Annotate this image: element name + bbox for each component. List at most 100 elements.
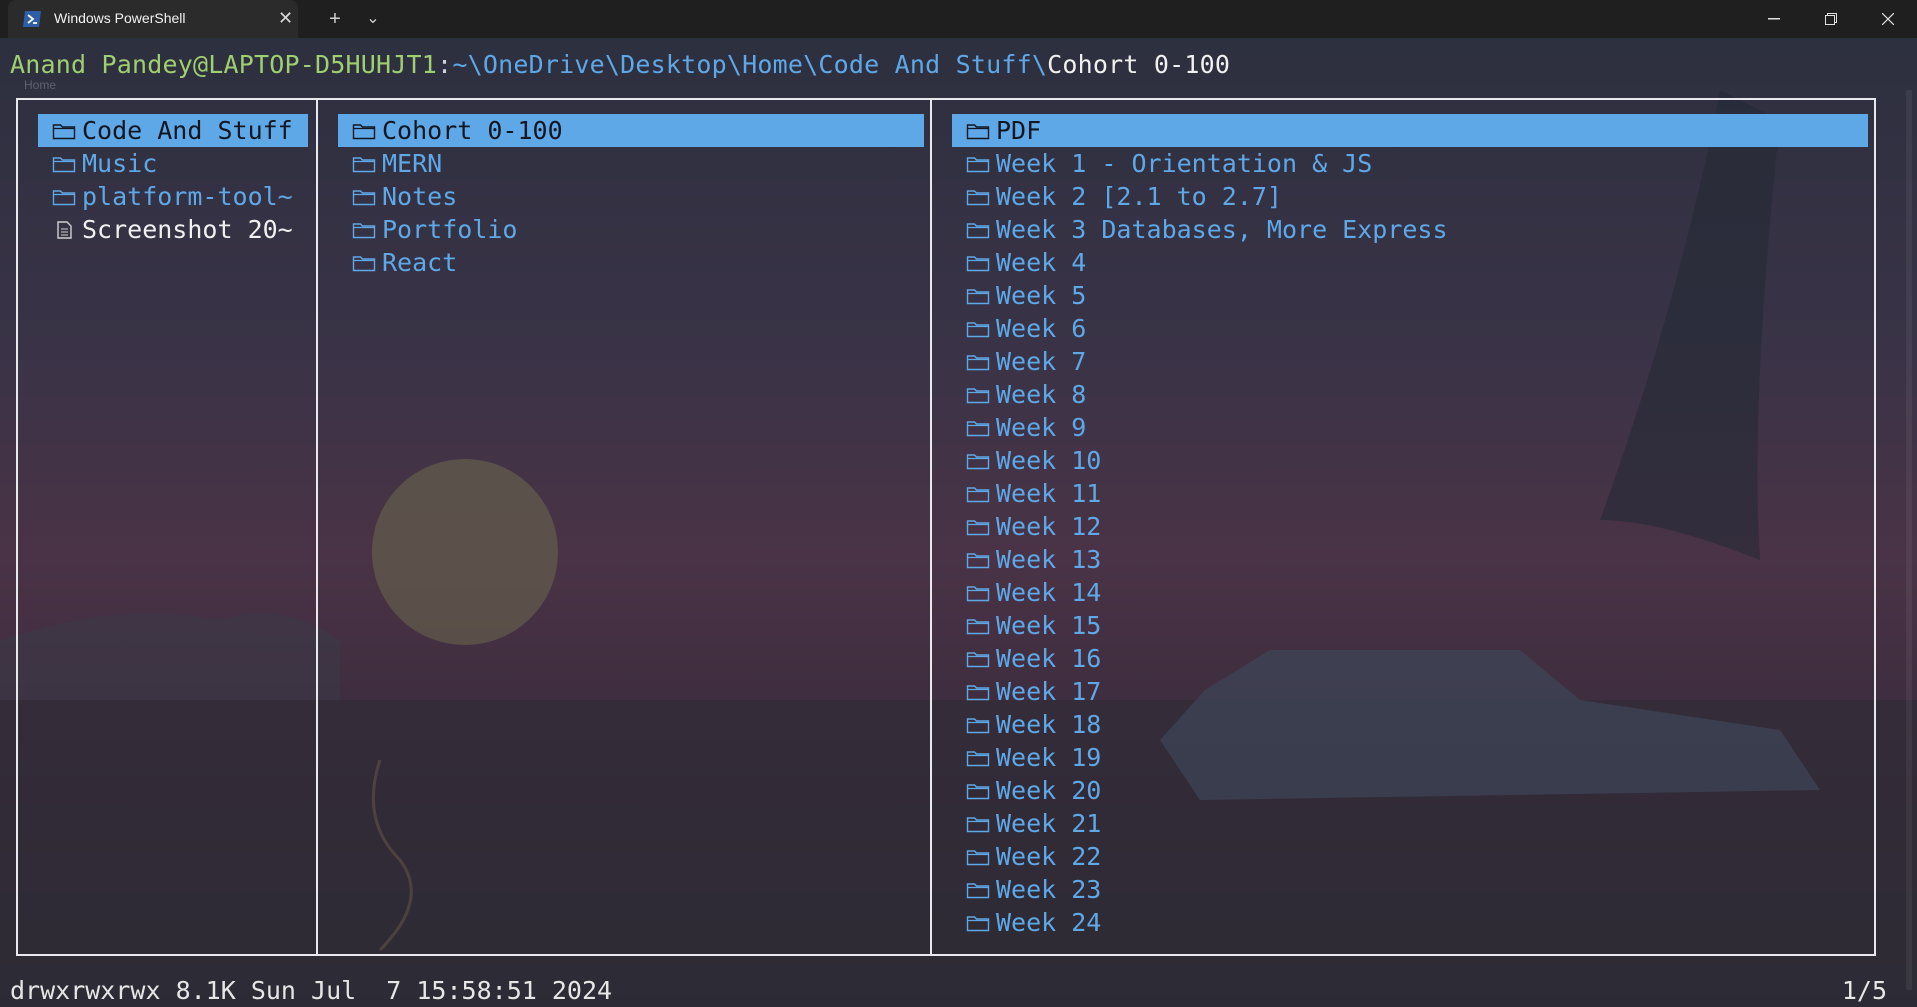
restore-button[interactable] xyxy=(1803,0,1859,38)
entry-name: Week 13 xyxy=(996,545,1102,574)
folder-row[interactable]: Music xyxy=(38,147,308,180)
folder-row[interactable]: Week 15 xyxy=(952,609,1868,642)
prompt-path: ~\OneDrive\Desktop\Home\Code And Stuff\ xyxy=(452,50,1048,79)
folder-row[interactable]: Portfolio xyxy=(338,213,924,246)
folder-row[interactable]: Week 22 xyxy=(952,840,1868,873)
folder-icon xyxy=(966,808,990,833)
folder-row[interactable]: Week 13 xyxy=(952,543,1868,576)
folder-row[interactable]: Week 7 xyxy=(952,345,1868,378)
entry-name: Portfolio xyxy=(382,215,518,244)
shell-prompt: Anand Pandey@LAPTOP-D5HUHJT1:~\OneDrive\… xyxy=(10,50,1230,79)
folder-row[interactable]: Notes xyxy=(338,180,924,213)
restore-icon xyxy=(1825,13,1837,25)
tab-powershell[interactable]: Windows PowerShell ✕ xyxy=(8,0,298,38)
entry-name: Week 4 xyxy=(996,248,1087,277)
folder-row[interactable]: Week 18 xyxy=(952,708,1868,741)
folder-row[interactable]: Week 4 xyxy=(952,246,1868,279)
folder-icon xyxy=(966,874,990,899)
folder-icon xyxy=(966,445,990,470)
entry-name: Music xyxy=(82,149,158,178)
folder-icon xyxy=(52,181,76,206)
current-column: Cohort 0-100 MERN Notes Portfolio React xyxy=(338,114,924,279)
folder-icon xyxy=(52,115,76,140)
entry-name: Week 2 [2.1 to 2.7] xyxy=(996,182,1282,211)
status-file-info: drwxrwxrwx 8.1K Sun Jul 7 15:58:51 2024 xyxy=(10,976,613,1005)
folder-row[interactable]: Week 5 xyxy=(952,279,1868,312)
entry-name: Code And Stuff xyxy=(82,116,293,145)
entry-name: Week 9 xyxy=(996,413,1087,442)
title-bar: Windows PowerShell ✕ + ⌄ xyxy=(0,0,1917,38)
folder-row[interactable]: Week 19 xyxy=(952,741,1868,774)
folder-icon xyxy=(966,181,990,206)
folder-row[interactable]: Week 17 xyxy=(952,675,1868,708)
folder-icon xyxy=(52,148,76,173)
folder-row[interactable]: Cohort 0-100 xyxy=(338,114,924,147)
folder-icon xyxy=(966,247,990,272)
folder-icon xyxy=(352,247,376,272)
entry-name: Week 14 xyxy=(996,578,1102,607)
minimize-icon xyxy=(1768,18,1780,20)
close-window-button[interactable] xyxy=(1860,0,1916,38)
scrollbar[interactable] xyxy=(1906,90,1912,990)
entry-name: Cohort 0-100 xyxy=(382,116,563,145)
file-row[interactable]: Screenshot 20~ xyxy=(38,213,308,246)
folder-icon xyxy=(966,412,990,437)
entry-name: PDF xyxy=(996,116,1042,145)
close-tab-icon[interactable]: ✕ xyxy=(278,8,293,28)
folder-icon xyxy=(966,115,990,140)
folder-icon xyxy=(966,643,990,668)
entry-name: Week 24 xyxy=(996,908,1102,937)
folder-icon xyxy=(966,841,990,866)
folder-row[interactable]: Week 23 xyxy=(952,873,1868,906)
folder-icon xyxy=(966,346,990,371)
entry-name: Week 15 xyxy=(996,611,1102,640)
new-tab-button[interactable]: + xyxy=(322,6,348,32)
entry-name: Week 17 xyxy=(996,677,1102,706)
folder-icon xyxy=(352,181,376,206)
folder-row[interactable]: Week 10 xyxy=(952,444,1868,477)
folder-icon xyxy=(966,577,990,602)
entry-name: MERN xyxy=(382,149,443,178)
folder-icon xyxy=(966,478,990,503)
folder-row[interactable]: Week 24 xyxy=(952,906,1868,939)
folder-row[interactable]: Week 3 Databases, More Express xyxy=(952,213,1868,246)
entry-name: Week 10 xyxy=(996,446,1102,475)
folder-icon xyxy=(352,148,376,173)
folder-row[interactable]: Week 6 xyxy=(952,312,1868,345)
folder-row[interactable]: Week 20 xyxy=(952,774,1868,807)
folder-row[interactable]: React xyxy=(338,246,924,279)
entry-name: React xyxy=(382,248,458,277)
folder-row[interactable]: Week 2 [2.1 to 2.7] xyxy=(952,180,1868,213)
minimize-button[interactable] xyxy=(1746,0,1802,38)
folder-row[interactable]: Code And Stuff xyxy=(38,114,308,147)
folder-row[interactable]: platform-tool~ xyxy=(38,180,308,213)
folder-row[interactable]: Week 1 - Orientation & JS xyxy=(952,147,1868,180)
folder-row[interactable]: Week 8 xyxy=(952,378,1868,411)
folder-icon xyxy=(966,676,990,701)
folder-icon xyxy=(966,742,990,767)
entry-name: Week 5 xyxy=(996,281,1087,310)
folder-row[interactable]: Week 21 xyxy=(952,807,1868,840)
powershell-icon xyxy=(23,11,41,27)
entry-name: Week 20 xyxy=(996,776,1102,805)
entry-name: Week 16 xyxy=(996,644,1102,673)
tab-dropdown-button[interactable]: ⌄ xyxy=(360,6,386,32)
entry-name: Week 1 - Orientation & JS xyxy=(996,149,1373,178)
folder-icon xyxy=(352,214,376,239)
folder-row[interactable]: MERN xyxy=(338,147,924,180)
folder-icon xyxy=(966,709,990,734)
entry-name: Week 6 xyxy=(996,314,1087,343)
folder-icon xyxy=(966,907,990,932)
folder-row[interactable]: Week 16 xyxy=(952,642,1868,675)
folder-row[interactable]: Week 14 xyxy=(952,576,1868,609)
folder-row[interactable]: Week 11 xyxy=(952,477,1868,510)
ghost-home-label: Home xyxy=(24,78,57,92)
folder-row[interactable]: Week 12 xyxy=(952,510,1868,543)
prompt-user-host: Anand Pandey@LAPTOP-D5HUHJT1 xyxy=(10,50,438,79)
entry-name: Screenshot 20~ xyxy=(82,215,293,244)
folder-icon xyxy=(966,148,990,173)
status-position: 1/5 xyxy=(1841,976,1887,1005)
folder-row[interactable]: Week 9 xyxy=(952,411,1868,444)
folder-icon xyxy=(966,280,990,305)
folder-row[interactable]: PDF xyxy=(952,114,1868,147)
